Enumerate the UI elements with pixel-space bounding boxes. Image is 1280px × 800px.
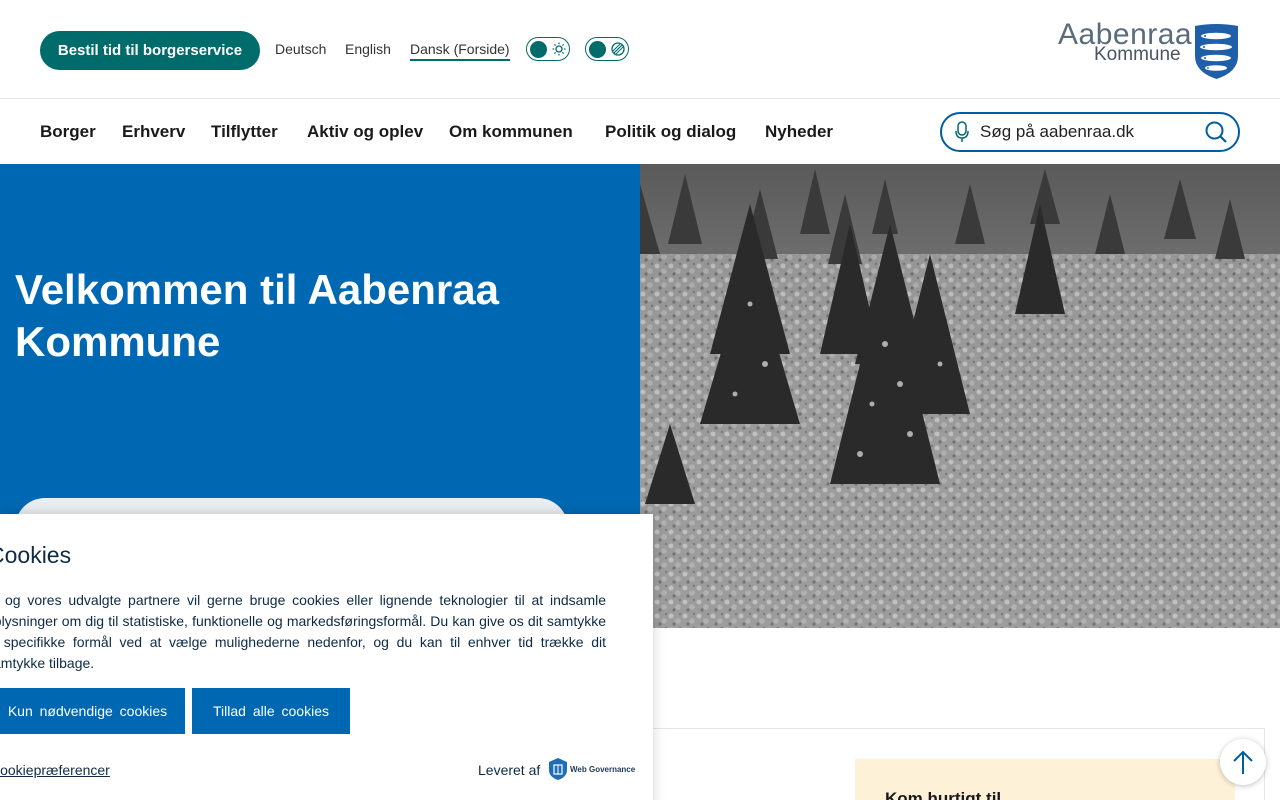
sun-icon — [552, 42, 566, 56]
language-dansk[interactable]: Dansk (Forside) — [410, 41, 510, 61]
nav-item-borger[interactable]: Borger — [40, 122, 96, 142]
language-english[interactable]: English — [345, 41, 391, 57]
toggle-knob — [530, 40, 547, 58]
web-governance-text: Web Governance — [570, 764, 636, 774]
toggle-knob — [589, 40, 606, 58]
necessary-cookies-button[interactable]: Kun nødvendige cookies — [0, 688, 185, 734]
utility-bar: Bestil tid til borgerservice Deutsch Eng… — [0, 0, 1280, 99]
cookie-preferences-link[interactable]: Cookiepræferencer — [0, 762, 110, 778]
nav-item-nyheder[interactable]: Nyheder — [765, 122, 833, 142]
cookie-title: Cookies — [0, 542, 72, 568]
logo-line2: Kommune — [1094, 44, 1181, 65]
contrast-toggle[interactable] — [585, 37, 629, 61]
search-input[interactable] — [980, 122, 1200, 142]
language-deutsch[interactable]: Deutsch — [275, 41, 326, 57]
quick-links-panel: Kom hurtigt til — [855, 759, 1235, 800]
search-icon[interactable] — [1204, 120, 1228, 144]
nav-item-politik-og-dialog[interactable]: Politik og dialog — [605, 122, 736, 142]
quick-links-title: Kom hurtigt til — [885, 789, 1002, 800]
web-governance-logo[interactable]: Web Governance — [548, 757, 635, 781]
back-to-top-button[interactable] — [1220, 739, 1266, 785]
search-box — [940, 112, 1240, 152]
nav-item-erhverv[interactable]: Erhverv — [122, 122, 185, 142]
hero-title: Velkommen til Aabenraa Kommune — [15, 266, 499, 365]
web-governance-icon — [549, 758, 567, 780]
cookie-banner: Cookies Vi og vores udvalgte partnere vi… — [0, 514, 653, 800]
delivered-by-label: Leveret af — [478, 762, 541, 778]
coat-of-arms-icon — [1195, 24, 1238, 79]
allow-all-cookies-button[interactable]: Tillad alle cookies — [192, 688, 350, 734]
nav-item-aktiv-og-oplev[interactable]: Aktiv og oplev — [307, 122, 423, 142]
main-nav: Borger Erhverv Tilflytter Aktiv og oplev… — [0, 100, 1280, 164]
nav-item-tilflytter[interactable]: Tilflytter — [211, 122, 278, 142]
cookie-body: Vi og vores udvalgte partnere vil gerne … — [0, 592, 606, 671]
aabenraa-logo[interactable]: Aabenraa Kommune — [1058, 18, 1240, 82]
nav-item-om-kommunen[interactable]: Om kommunen — [449, 122, 573, 142]
arrow-up-icon — [1233, 750, 1253, 774]
contrast-icon — [611, 42, 625, 56]
hero-image — [640, 164, 1280, 628]
book-appointment-button[interactable]: Bestil tid til borgerservice — [40, 31, 260, 70]
theme-toggle[interactable] — [526, 37, 570, 61]
microphone-icon[interactable] — [952, 121, 972, 143]
